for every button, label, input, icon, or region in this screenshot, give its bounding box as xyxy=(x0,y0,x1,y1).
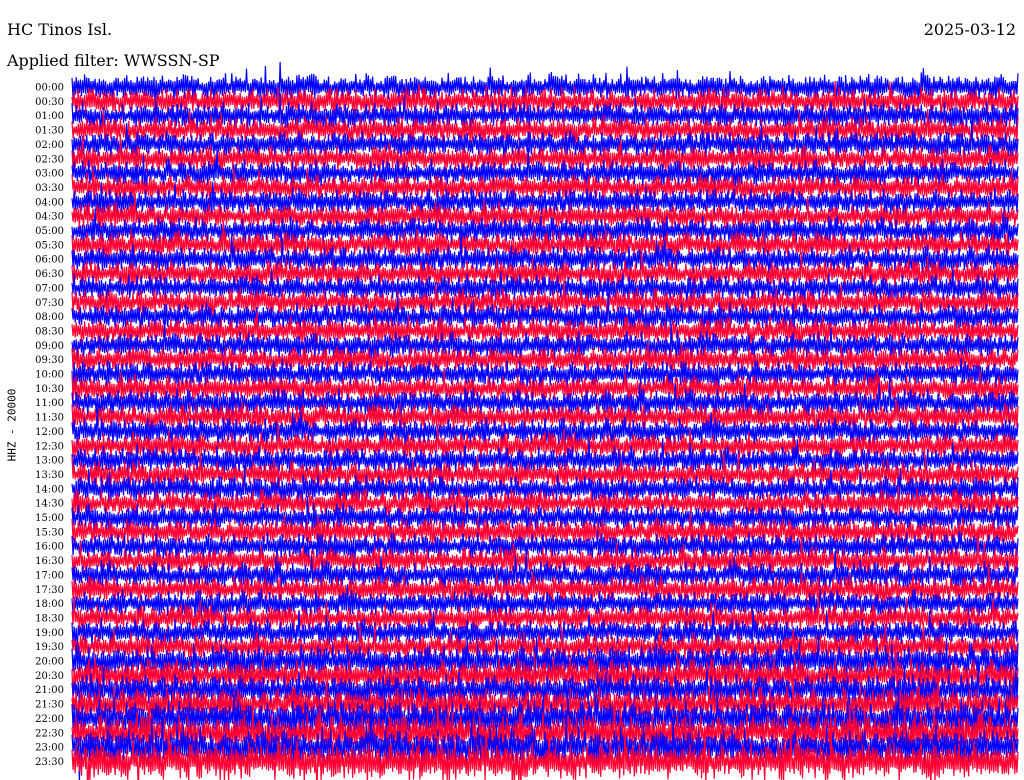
time-tick-label: 00:30 xyxy=(35,97,64,108)
time-tick-label: 02:30 xyxy=(35,154,64,165)
time-tick-label: 16:30 xyxy=(35,556,64,567)
time-tick-label: 10:00 xyxy=(35,370,64,381)
time-tick-label: 09:00 xyxy=(35,341,64,352)
time-tick-label: 04:00 xyxy=(35,197,64,208)
time-tick-label: 19:00 xyxy=(35,628,64,639)
time-tick-label: 20:00 xyxy=(35,657,64,668)
time-tick-label: 22:00 xyxy=(35,714,64,725)
time-tick-label: 17:30 xyxy=(35,585,64,596)
time-tick-label: 06:30 xyxy=(35,269,64,280)
time-tick-label: 15:00 xyxy=(35,513,64,524)
time-tick-label: 13:00 xyxy=(35,456,64,467)
time-tick-label: 14:30 xyxy=(35,499,64,510)
time-tick-label: 23:00 xyxy=(35,743,64,754)
time-tick-label: 07:30 xyxy=(35,298,64,309)
traces-group xyxy=(71,61,1019,780)
time-tick-label: 21:00 xyxy=(35,685,64,696)
time-tick-label: 17:00 xyxy=(35,570,64,581)
time-tick-label: 01:00 xyxy=(35,111,64,122)
time-tick-label: 02:00 xyxy=(35,140,64,151)
time-tick-label: 05:00 xyxy=(35,226,64,237)
time-tick-label: 13:30 xyxy=(35,470,64,481)
time-tick-label: 08:00 xyxy=(35,312,64,323)
time-tick-label: 18:00 xyxy=(35,599,64,610)
time-tick-label: 19:30 xyxy=(35,642,64,653)
time-tick-label: 01:30 xyxy=(35,126,64,137)
time-tick-label: 12:30 xyxy=(35,441,64,452)
time-tick-label: 23:30 xyxy=(35,757,64,768)
time-tick-label: 00:00 xyxy=(35,83,64,94)
time-tick-label: 09:30 xyxy=(35,355,64,366)
time-tick-label: 04:30 xyxy=(35,212,64,223)
time-tick-label: 14:00 xyxy=(35,484,64,495)
time-tick-label: 10:30 xyxy=(35,384,64,395)
time-tick-label: 20:30 xyxy=(35,671,64,682)
time-tick-labels: 00:00 00:30 01:00 01:30 02:00 02:30 03:00 03:30… xyxy=(35,83,64,768)
time-tick-label: 07:00 xyxy=(35,283,64,294)
time-tick-label: 08:30 xyxy=(35,326,64,337)
time-tick-label: 11:00 xyxy=(35,398,64,409)
time-tick-label: 03:30 xyxy=(35,183,64,194)
time-tick-label: 03:00 xyxy=(35,169,64,180)
time-tick-label: 18:30 xyxy=(35,613,64,624)
helicorder-plot: 00:00 00:30 01:00 01:30 02:00 02:30 03:00 03:30… xyxy=(35,61,1019,780)
time-tick-label: 11:30 xyxy=(35,413,64,424)
time-tick-label: 06:00 xyxy=(35,255,64,266)
time-tick-label: 15:30 xyxy=(35,527,64,538)
time-tick-label: 05:30 xyxy=(35,240,64,251)
time-tick-label: 12:00 xyxy=(35,427,64,438)
time-tick-label: 21:30 xyxy=(35,700,64,711)
time-tick-label: 16:00 xyxy=(35,542,64,553)
time-tick-label: 22:30 xyxy=(35,728,64,739)
